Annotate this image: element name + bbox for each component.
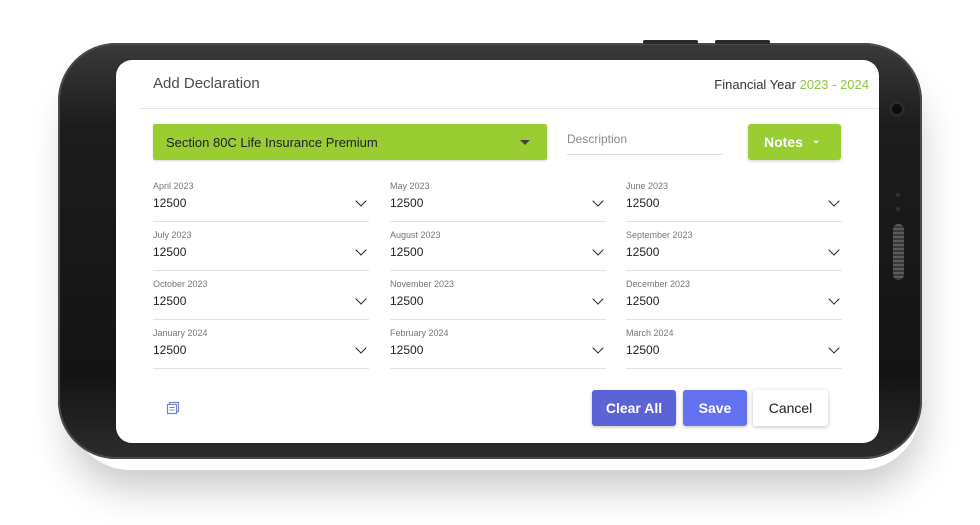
phone-power-button — [715, 40, 770, 44]
sensor-dot — [896, 207, 900, 211]
month-value: 12500 — [626, 343, 660, 357]
chevron-down-icon — [592, 195, 604, 207]
month-field-may-2023[interactable]: May 2023 12500 — [390, 181, 606, 222]
month-field-november-2023[interactable]: November 2023 12500 — [390, 279, 606, 320]
chevron-down-icon — [592, 342, 604, 354]
month-label: April 2023 — [153, 181, 194, 191]
month-label: June 2023 — [626, 181, 669, 191]
chevron-down-icon — [592, 293, 604, 305]
copy-icon[interactable] — [166, 401, 180, 415]
section-select[interactable]: Section 80C Life Insurance Premium — [153, 124, 547, 160]
month-label: October 2023 — [153, 279, 208, 289]
chevron-down-icon — [355, 195, 367, 207]
financial-year: Financial Year 2023 - 2024 — [714, 77, 869, 92]
cancel-button[interactable]: Cancel — [753, 390, 828, 426]
month-value: 12500 — [153, 196, 187, 210]
chevron-down-icon — [828, 244, 840, 256]
clear-all-button[interactable]: Clear All — [592, 390, 676, 426]
month-field-july-2023[interactable]: July 2023 12500 — [153, 230, 369, 271]
month-label: November 2023 — [390, 279, 455, 289]
month-field-december-2023[interactable]: December 2023 12500 — [626, 279, 842, 320]
month-value: 12500 — [390, 245, 424, 259]
month-label: January 2024 — [153, 328, 208, 338]
month-field-march-2024[interactable]: March 2024 12500 — [626, 328, 842, 369]
month-field-january-2024[interactable]: January 2024 12500 — [153, 328, 369, 369]
speaker-grille — [893, 224, 904, 280]
notes-button-label: Notes — [764, 134, 803, 150]
chevron-down-icon — [828, 195, 840, 207]
month-value: 12500 — [626, 196, 660, 210]
month-label: August 2023 — [390, 230, 441, 240]
month-value: 12500 — [390, 294, 424, 308]
notes-button[interactable]: Notes ⌄ — [748, 124, 841, 160]
month-label: March 2024 — [626, 328, 674, 338]
declaration-dialog: Add Declaration Financial Year 2023 - 20… — [116, 60, 879, 443]
month-label: May 2023 — [390, 181, 430, 191]
month-value: 12500 — [626, 294, 660, 308]
month-value: 12500 — [390, 343, 424, 357]
phone-volume-button — [643, 40, 698, 44]
month-value: 12500 — [626, 245, 660, 259]
chevron-down-icon — [355, 342, 367, 354]
month-label: July 2023 — [153, 230, 192, 240]
chevron-down-icon — [355, 293, 367, 305]
sensor-dot — [896, 193, 900, 197]
dialog-header: Add Declaration Financial Year 2023 - 20… — [141, 60, 879, 109]
chevron-down-icon — [828, 293, 840, 305]
chevron-down-icon — [520, 140, 530, 145]
page-title: Add Declaration — [153, 75, 260, 92]
month-label: February 2024 — [390, 328, 449, 338]
chevron-down-icon — [828, 342, 840, 354]
description-input[interactable] — [567, 130, 717, 148]
financial-year-label: Financial Year — [714, 77, 796, 92]
chevron-down-icon — [592, 244, 604, 256]
section-select-value: Section 80C Life Insurance Premium — [166, 135, 378, 150]
month-field-june-2023[interactable]: June 2023 12500 — [626, 181, 842, 222]
month-value: 12500 — [153, 343, 187, 357]
save-button[interactable]: Save — [683, 390, 747, 426]
chevron-down-icon — [355, 244, 367, 256]
chevron-down-icon: ⌄ — [812, 135, 821, 146]
month-field-october-2023[interactable]: October 2023 12500 — [153, 279, 369, 320]
month-value: 12500 — [153, 294, 187, 308]
month-field-april-2023[interactable]: April 2023 12500 — [153, 181, 369, 222]
month-value: 12500 — [153, 245, 187, 259]
month-field-february-2024[interactable]: February 2024 12500 — [390, 328, 606, 369]
camera-icon — [889, 101, 905, 117]
financial-year-value: 2023 - 2024 — [799, 77, 869, 92]
month-label: December 2023 — [626, 279, 691, 289]
month-field-august-2023[interactable]: August 2023 12500 — [390, 230, 606, 271]
month-value: 12500 — [390, 196, 424, 210]
month-label: September 2023 — [626, 230, 693, 240]
description-field[interactable] — [567, 130, 723, 155]
month-field-september-2023[interactable]: September 2023 12500 — [626, 230, 842, 271]
